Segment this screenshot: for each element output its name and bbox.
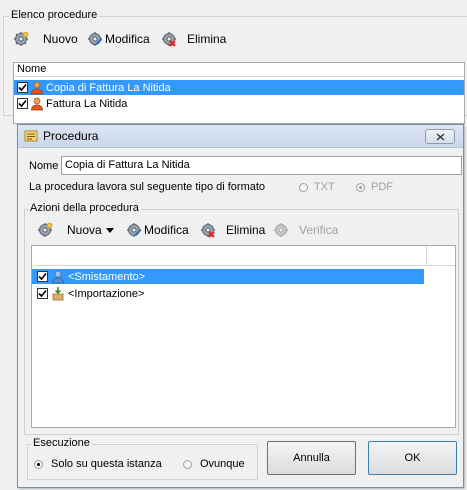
dialog-titlebar[interactable]: Procedura xyxy=(18,125,463,148)
name-label: Nome xyxy=(29,160,59,172)
item-checkbox[interactable] xyxy=(17,82,28,93)
actions-list[interactable]: <Smistamento> <Importazione> xyxy=(31,245,456,428)
list-item-label: Copia di Fattura La Nitida xyxy=(46,81,171,94)
user-icon xyxy=(31,97,43,110)
list-item-label: <Smistamento> xyxy=(68,270,146,283)
ok-button[interactable]: OK xyxy=(368,441,457,475)
new-action-label: Nuova xyxy=(67,223,102,237)
procedure-dialog: Procedura Nome Copia di Fattura La Nitid… xyxy=(17,124,464,488)
person-blue-icon xyxy=(52,270,64,283)
new-procedure-button[interactable]: Nuovo xyxy=(13,29,78,49)
pdf-radio[interactable] xyxy=(356,182,365,192)
txt-radio[interactable] xyxy=(299,182,308,192)
gear-icon xyxy=(38,222,53,237)
edit-action-label: Modifica xyxy=(144,223,189,237)
actions-group-title: Azioni della procedura xyxy=(28,202,141,215)
check-icon xyxy=(18,83,27,92)
list-item[interactable]: Copia di Fattura La Nitida xyxy=(14,80,464,95)
procedures-list[interactable]: Nome Copia di Fattura La Nitida Fattura … xyxy=(13,62,465,124)
header-divider xyxy=(426,246,427,265)
dialog-title: Procedura xyxy=(43,129,99,143)
app-icon xyxy=(24,130,38,142)
everywhere-radio[interactable] xyxy=(183,459,192,469)
execution-group-title: Esecuzione xyxy=(31,437,92,450)
delete-action-button[interactable]: Elimina xyxy=(200,220,265,240)
gear-delete-icon xyxy=(201,223,215,238)
verify-action-label: Verifica xyxy=(299,223,339,237)
new-procedure-label: Nuovo xyxy=(43,32,78,46)
list-item-label: <Importazione> xyxy=(68,287,145,300)
edit-procedure-button[interactable]: Modifica xyxy=(87,29,150,49)
new-action-button[interactable]: Nuova xyxy=(37,220,120,240)
gear-edit-icon xyxy=(127,223,141,237)
actions-list-header xyxy=(32,246,455,266)
delete-action-label: Elimina xyxy=(226,223,266,237)
execution-option-local[interactable]: Solo su questa istanza xyxy=(34,458,162,470)
local-radio-label: Solo su questa istanza xyxy=(51,458,162,470)
format-option-pdf[interactable]: PDF xyxy=(356,181,393,193)
check-icon xyxy=(38,272,47,281)
check-icon xyxy=(18,99,27,108)
list-item-label: Fattura La Nitida xyxy=(46,97,128,110)
delete-procedure-label: Elimina xyxy=(187,32,227,46)
gear-edit-icon xyxy=(88,32,102,46)
delete-procedure-button[interactable]: Elimina xyxy=(161,29,226,49)
local-radio[interactable] xyxy=(34,459,43,469)
execution-option-everywhere[interactable]: Ovunque xyxy=(183,458,245,470)
gear-delete-icon xyxy=(162,32,176,47)
close-button[interactable] xyxy=(425,129,455,144)
user-icon xyxy=(31,81,43,94)
format-label: La procedura lavora sul seguente tipo di… xyxy=(29,181,266,193)
column-header-name[interactable]: Nome xyxy=(14,63,464,77)
list-item[interactable]: <Smistamento> xyxy=(32,269,424,284)
gear-icon xyxy=(274,223,288,237)
pdf-radio-label: PDF xyxy=(371,181,393,193)
edit-procedure-label: Modifica xyxy=(105,32,150,46)
gear-icon xyxy=(14,31,29,46)
item-checkbox[interactable] xyxy=(37,271,48,282)
check-icon xyxy=(38,289,47,298)
txt-radio-label: TXT xyxy=(314,181,335,193)
procedures-group-title: Elenco procedure xyxy=(9,9,100,22)
verify-action-button[interactable]: Verifica xyxy=(273,220,338,240)
format-option-txt[interactable]: TXT xyxy=(299,181,335,193)
item-checkbox[interactable] xyxy=(37,288,48,299)
name-field[interactable]: Copia di Fattura La Nitida xyxy=(61,156,462,175)
item-checkbox[interactable] xyxy=(17,98,28,109)
list-item[interactable]: Fattura La Nitida xyxy=(14,96,464,111)
everywhere-radio-label: Ovunque xyxy=(200,458,245,470)
cancel-button[interactable]: Annulla xyxy=(267,441,356,475)
dropdown-arrow-icon xyxy=(105,227,114,233)
close-icon xyxy=(436,132,444,141)
list-item[interactable]: <Importazione> xyxy=(32,286,424,301)
edit-action-button[interactable]: Modifica xyxy=(126,220,189,240)
import-icon xyxy=(52,286,64,300)
